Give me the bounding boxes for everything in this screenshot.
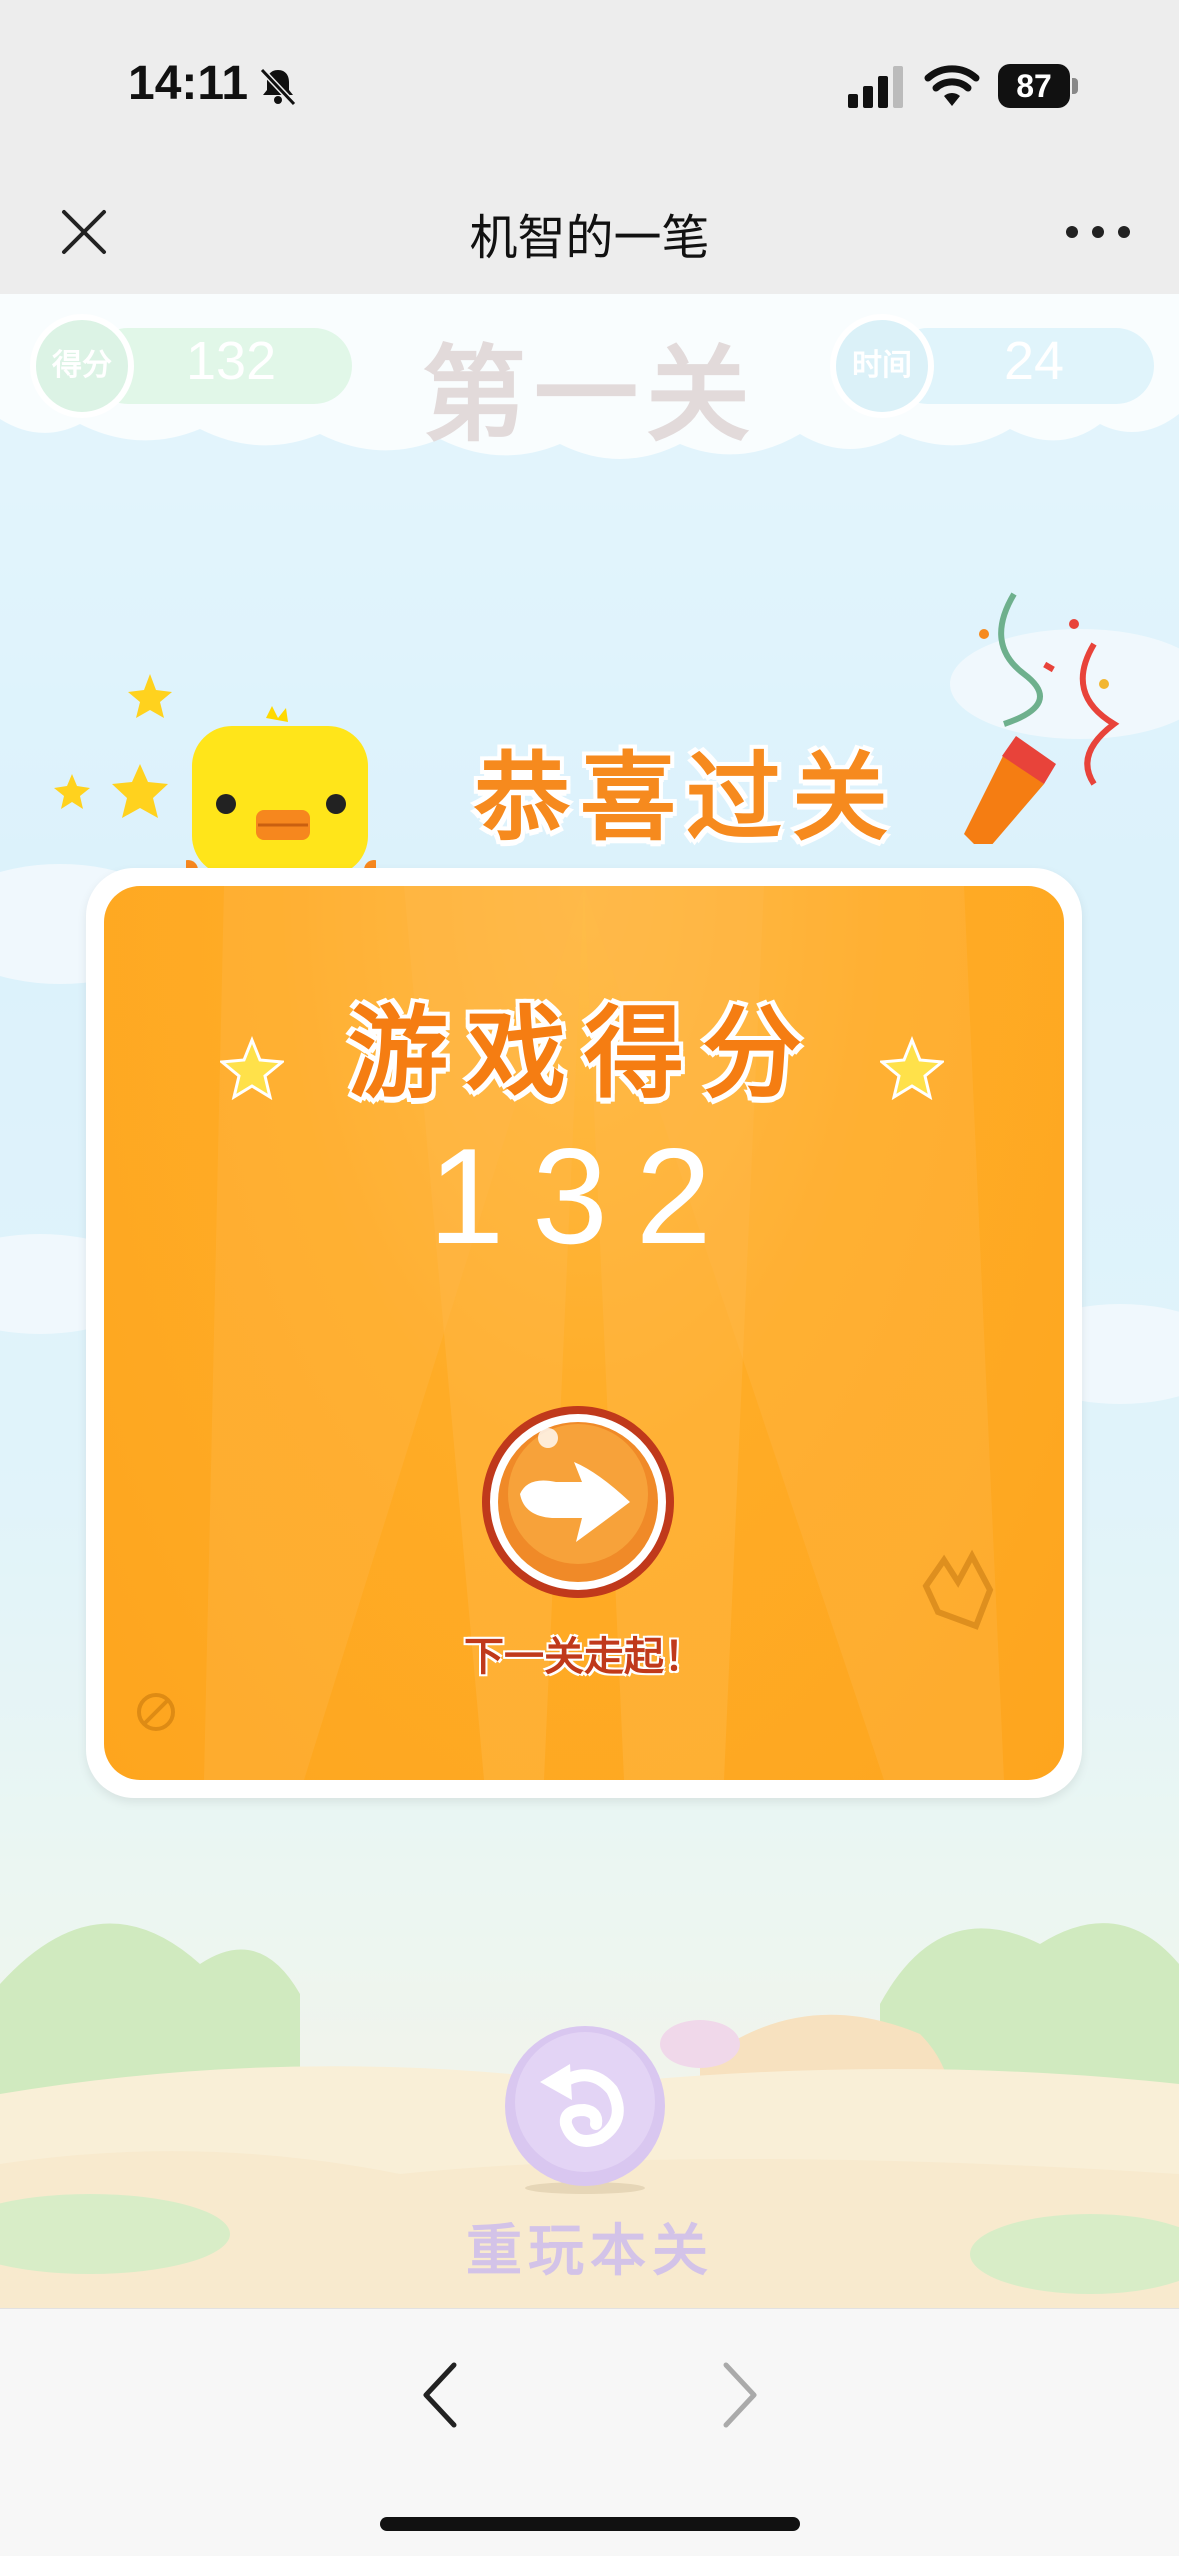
status-time: 14:11 [128, 57, 249, 110]
replay-label[interactable]: 重玩本关 [400, 2206, 780, 2287]
battery-icon: 87 [998, 64, 1078, 108]
next-level-button[interactable] [478, 1402, 678, 1602]
game-canvas: 得分 132 第一关 时间 24 恭喜过关 游戏得分 132 下一关走起！ 重玩… [0, 294, 1179, 2308]
more-icon[interactable] [1060, 200, 1136, 264]
chevron-left-icon[interactable] [410, 2357, 470, 2433]
home-indicator [380, 2517, 800, 2531]
victory-banner: 恭喜过关 [474, 742, 898, 854]
signal-icon [848, 66, 903, 108]
battery-level: 87 [998, 64, 1070, 108]
bell-slash-icon [259, 67, 297, 107]
chevron-right-icon[interactable] [710, 2357, 770, 2433]
battery-tip [1072, 78, 1078, 94]
no-entry-icon [137, 1693, 175, 1731]
final-score: 132 [428, 1120, 740, 1272]
result-card-body: 游戏得分 132 下一关走起！ [104, 886, 1064, 1780]
confetti-icon [964, 592, 1120, 844]
star-icon [54, 674, 172, 818]
browser-toolbar [0, 2308, 1179, 2556]
next-level-label[interactable]: 下一关走起！ [104, 1624, 1064, 1682]
status-bar: 14:11 87 [0, 0, 1179, 170]
crown-icon [922, 1549, 994, 1630]
star-icon [880, 1036, 944, 1100]
replay-button[interactable] [500, 2024, 670, 2194]
page-title: 机智的一笔 [469, 210, 710, 266]
nav-bar: 机智的一笔 [0, 170, 1179, 294]
duck-icon [186, 706, 376, 880]
result-card: 游戏得分 132 下一关走起！ [86, 868, 1082, 1798]
wifi-icon [924, 65, 980, 106]
